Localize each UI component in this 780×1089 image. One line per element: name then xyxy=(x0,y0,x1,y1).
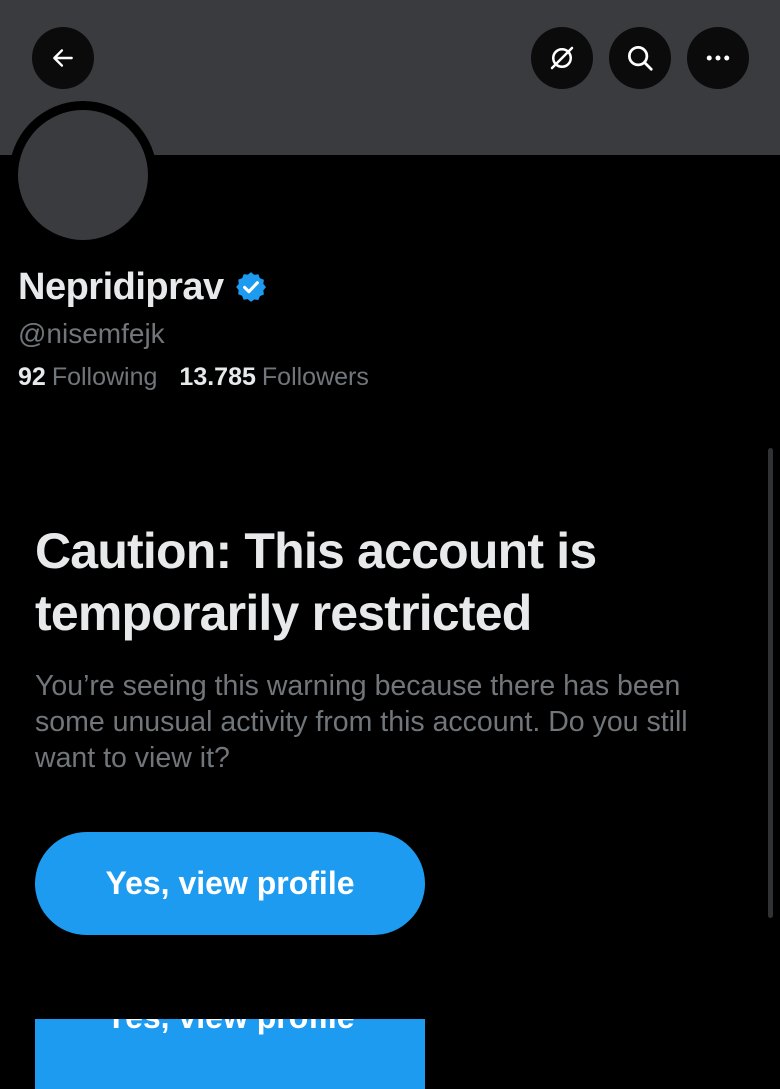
scrollbar[interactable] xyxy=(768,448,773,918)
translate-off-icon xyxy=(550,46,574,70)
translate-button[interactable] xyxy=(531,27,593,89)
following-link[interactable]: 92 Following xyxy=(18,363,157,392)
warning-message: You’re seeing this warning because there… xyxy=(35,670,688,774)
search-button[interactable] xyxy=(609,27,671,89)
user-handle: @nisemfejk xyxy=(18,318,165,349)
avatar[interactable] xyxy=(18,110,148,240)
duplicate-view-profile-button[interactable]: Yes, view profile xyxy=(35,1019,425,1089)
followers-link[interactable]: 13.785 Followers xyxy=(179,363,368,392)
following-label: Following xyxy=(51,363,158,391)
verified-badge-icon[interactable] xyxy=(234,270,268,304)
back-button[interactable] xyxy=(32,27,94,89)
followers-count: 13.785 xyxy=(179,363,256,391)
view-profile-button[interactable]: Yes, view profile xyxy=(35,832,425,935)
profile-stats: 92 Following 13.785 Followers xyxy=(18,363,369,392)
more-button[interactable] xyxy=(687,27,749,89)
arrow-left-icon xyxy=(53,49,73,67)
display-name-row: Nepridiprav xyxy=(18,264,268,310)
following-count: 92 xyxy=(18,363,46,391)
display-name: Nepridiprav xyxy=(18,265,224,308)
duplicate-view-profile-label: Yes, view profile xyxy=(106,1019,355,1036)
search-icon xyxy=(628,46,653,71)
followers-label: Followers xyxy=(261,363,369,391)
more-horizontal-icon xyxy=(706,55,730,61)
warning-title: Caution: This account is temporarily res… xyxy=(35,523,597,641)
